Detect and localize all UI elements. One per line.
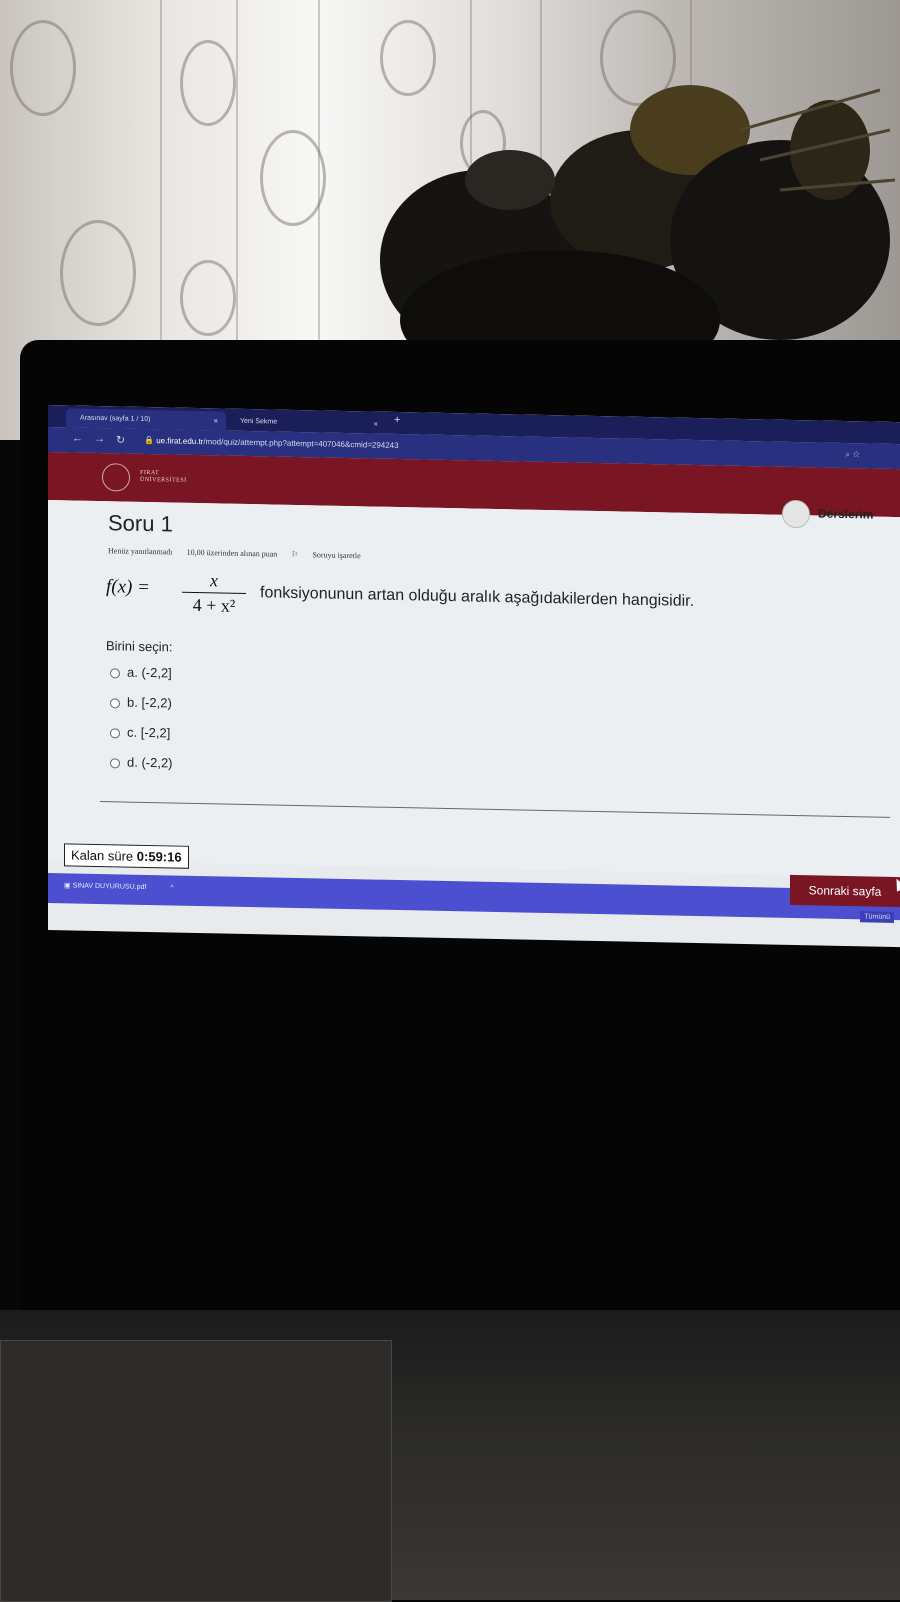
browser-screen: Arasınav (sayfa 1 / 10) × Yeni Sekme × +… — [48, 405, 900, 948]
flag-icon: ⚐ — [291, 549, 301, 560]
user-avatar[interactable] — [782, 499, 810, 529]
question-status: Henüz yanıtlanmadı — [108, 546, 173, 557]
timer-box: Kalan süre 0:59:16 — [64, 843, 189, 869]
courses-menu[interactable]: Derslerim — [818, 506, 873, 521]
reload-icon[interactable]: ↻ — [116, 433, 125, 446]
university-logo-icon[interactable] — [102, 463, 130, 492]
radio-button[interactable] — [110, 757, 120, 769]
option-d[interactable]: d. (-2,2) — [110, 754, 173, 770]
new-tab-button[interactable]: + — [394, 414, 400, 426]
flag-question-link[interactable]: ⚐ Soruyu işaretle — [291, 550, 372, 561]
forward-arrow-icon[interactable]: → — [94, 433, 105, 445]
zoom-icon[interactable]: ⌕ ☆ — [845, 449, 860, 460]
university-name: FIRAT ÜNİVERSİTESİ — [140, 469, 187, 484]
tab-quiz-label: Arasınav (sayfa 1 / 10) — [80, 414, 151, 424]
paper-sheet — [0, 1340, 392, 1602]
tab-close-icon[interactable]: × — [213, 411, 218, 430]
radio-button[interactable] — [110, 727, 120, 739]
timer-value: 0:59:16 — [136, 848, 182, 865]
formula-lhs: f(x) = — [106, 576, 150, 599]
radio-button[interactable] — [110, 667, 120, 679]
formula-fraction: x 4 + x² — [182, 570, 246, 617]
chevron-up-icon: ^ — [170, 884, 174, 892]
show-all-button[interactable]: Tümünü — [860, 911, 894, 923]
back-arrow-icon[interactable]: ← — [72, 432, 83, 444]
tab-new-label: Yeni Sekme — [240, 417, 278, 426]
download-item[interactable]: ▣ SINAV DUYURUSU.pdf ^ — [64, 881, 174, 891]
option-b[interactable]: b. [-2,2) — [110, 694, 172, 710]
option-c[interactable]: c. [-2,2] — [110, 724, 170, 740]
pdf-file-icon: ▣ — [64, 882, 73, 890]
url-host: ue.firat.edu.tr — [156, 436, 204, 447]
option-a[interactable]: a. (-2,2] — [110, 664, 172, 680]
tab-close-icon[interactable]: × — [373, 415, 378, 434]
question-title: Soru 1 — [108, 510, 173, 537]
url-field[interactable]: 🔒 ue.firat.edu.tr/mod/quiz/attempt.php?a… — [144, 436, 399, 450]
formula-denominator: 4 + x² — [192, 594, 236, 616]
timer-label: Kalan süre — [71, 847, 134, 864]
radio-button[interactable] — [110, 697, 120, 709]
choose-one-label: Birini seçin: — [106, 638, 173, 655]
lock-icon: 🔒 — [144, 435, 157, 446]
question-points: 10,00 üzerinden alınan puan — [186, 547, 278, 559]
url-path: /mod/quiz/attempt.php?attempt=407046&cmi… — [203, 437, 399, 451]
downloads-bar: ▣ SINAV DUYURUSU.pdf ^ Tümünü — [48, 873, 900, 923]
next-page-button[interactable]: Sonraki sayfa — [790, 874, 900, 908]
formula-numerator: x — [210, 570, 218, 591]
